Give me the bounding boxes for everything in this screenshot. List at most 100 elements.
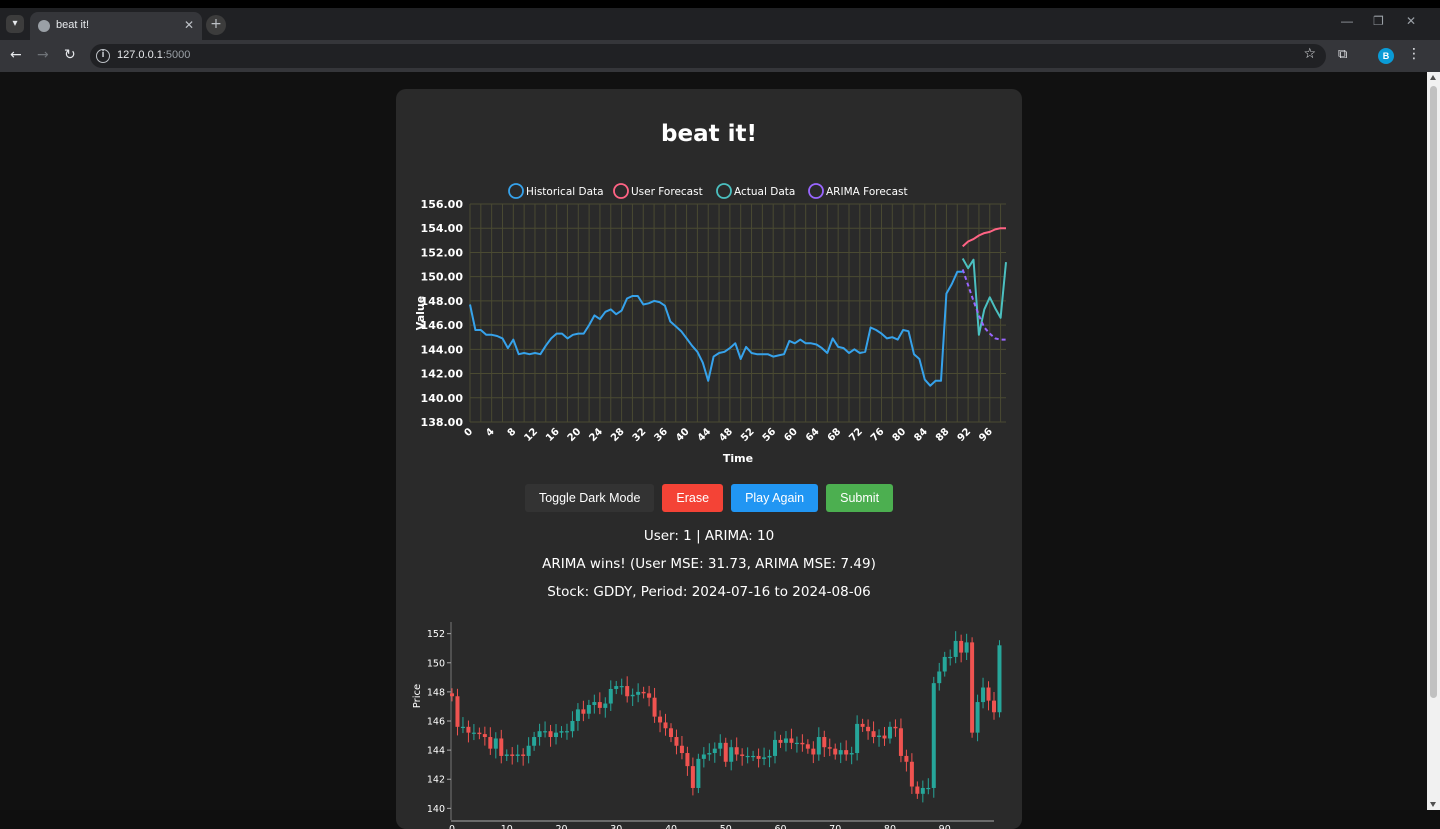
candle-body <box>926 787 931 790</box>
url-text: 127.0.0.1:5000 <box>117 49 190 61</box>
x-tick-label: 40 <box>665 824 677 829</box>
back-arrow-icon[interactable]: ← <box>10 47 22 63</box>
y-tick-label: 146 <box>427 717 445 728</box>
legend-circle-icon <box>508 183 524 199</box>
globe-icon <box>38 20 50 32</box>
bookmark-star-icon[interactable]: ☆ <box>1303 46 1316 62</box>
y-tick-label: 142 <box>427 775 445 786</box>
toggle-dark-mode-button[interactable]: Toggle Dark Mode <box>524 484 655 512</box>
candle-body <box>975 702 980 733</box>
extensions-puzzle-icon[interactable]: ⧉ <box>1338 47 1347 62</box>
x-tick-label: 0 <box>449 824 455 829</box>
candle-body <box>701 754 706 759</box>
site-info-icon[interactable]: i <box>96 49 110 63</box>
x-tick-label: 52 <box>739 426 757 444</box>
forecast-line-chart[interactable]: 138.00140.00142.00144.00146.00148.00150.… <box>396 177 1022 477</box>
candle-body <box>778 739 783 743</box>
minimize-window-icon[interactable]: — <box>1341 14 1353 28</box>
game-card: beat it! 138.00 140.00 142.00 144.00 146.00 1… <box>396 89 1022 829</box>
page-scrollbar[interactable] <box>1427 72 1440 810</box>
candle-body <box>679 745 684 754</box>
forward-arrow-icon[interactable]: → <box>37 47 49 63</box>
play-again-button[interactable]: Play Again <box>731 484 819 512</box>
erase-button[interactable]: Erase <box>662 484 724 512</box>
legend-circle-icon <box>808 183 824 199</box>
candle-body <box>723 742 728 762</box>
candle-body <box>751 755 756 758</box>
scroll-up-arrow-icon[interactable] <box>1430 75 1436 80</box>
x-tick-label: 44 <box>696 426 714 444</box>
candle-body <box>860 723 865 727</box>
legend-label: ARIMA Forecast <box>826 186 908 198</box>
y-axis-title: Price <box>412 684 423 708</box>
address-bar[interactable]: i 127.0.0.1:5000 ☆ <box>90 44 1326 68</box>
legend-item: ARIMA Forecast <box>808 183 908 199</box>
x-tick-label: 12 <box>522 426 540 444</box>
candle-body <box>800 742 805 745</box>
candle-body <box>898 728 903 756</box>
x-tick-label: 16 <box>544 426 562 444</box>
y-tick-label: 140 <box>427 804 445 815</box>
y-tick-label: 152.00 <box>421 246 464 259</box>
scrollbar-thumb[interactable] <box>1430 86 1437 698</box>
candle-body <box>904 755 909 762</box>
x-tick-label: 56 <box>761 426 779 444</box>
scroll-down-arrow-icon[interactable] <box>1430 802 1436 807</box>
stock-period-text: Stock: GDDY, Period: 2024-07-16 to 2024-… <box>547 584 871 600</box>
candle-body <box>488 737 493 749</box>
candle-body <box>554 732 559 738</box>
candle-body <box>789 738 794 743</box>
x-tick-label: 8 <box>506 426 519 439</box>
candle-body <box>532 737 537 746</box>
browser-tab-active[interactable]: beat it! ✕ <box>30 12 202 40</box>
candle-body <box>575 709 580 721</box>
candle-body <box>712 748 717 754</box>
tab-search-button[interactable]: ▾ <box>6 15 24 33</box>
candle-body <box>882 735 887 739</box>
candle-body <box>953 640 958 657</box>
candle-body <box>756 755 761 759</box>
candle-body <box>964 642 969 653</box>
candle-body <box>877 735 882 738</box>
x-tick-label: 90 <box>939 824 951 829</box>
profile-avatar[interactable]: B <box>1378 48 1394 64</box>
new-tab-button[interactable]: + <box>206 15 226 35</box>
x-tick-label: 68 <box>826 426 844 444</box>
y-axis-title: Value <box>414 296 427 330</box>
browser-menu-icon[interactable]: ⋮ <box>1407 46 1421 62</box>
series-line-historical-data <box>469 270 963 387</box>
candle-body <box>838 750 843 755</box>
x-tick-label: 84 <box>912 426 930 444</box>
candle-body <box>822 737 827 748</box>
candle-body <box>460 726 465 729</box>
candle-body <box>548 731 553 738</box>
candle-body <box>887 726 892 739</box>
y-tick-label: 154.00 <box>421 222 464 235</box>
candle-body <box>614 686 619 689</box>
candle-body <box>816 737 821 755</box>
close-tab-icon[interactable]: ✕ <box>184 18 194 32</box>
restore-window-icon[interactable]: ❐ <box>1373 14 1384 28</box>
candle-body <box>811 748 816 755</box>
candle-body <box>515 754 520 756</box>
candle-body <box>959 640 964 653</box>
browser-toolbar: ← → ↻ i 127.0.0.1:5000 ☆ ⧉ B ⋮ <box>0 40 1440 72</box>
candle-body <box>707 753 712 755</box>
x-tick-label: 20 <box>555 824 567 829</box>
y-tick-label: 138.00 <box>421 416 464 429</box>
y-tick-label: 152 <box>427 629 445 640</box>
x-tick-label: 20 <box>566 426 584 444</box>
x-tick-label: 72 <box>847 426 865 444</box>
candle-body <box>597 702 602 708</box>
candle-body <box>663 722 668 729</box>
x-tick-label: 10 <box>501 824 513 829</box>
candle-body <box>608 688 613 704</box>
url-port: :5000 <box>162 49 191 61</box>
candle-body <box>909 761 914 787</box>
legend-label: Historical Data <box>526 186 604 198</box>
close-window-icon[interactable]: ✕ <box>1406 14 1416 28</box>
x-tick-label: 36 <box>652 426 670 444</box>
reload-icon[interactable]: ↻ <box>64 47 76 63</box>
candle-body <box>499 738 504 756</box>
submit-button[interactable]: Submit <box>826 484 894 512</box>
